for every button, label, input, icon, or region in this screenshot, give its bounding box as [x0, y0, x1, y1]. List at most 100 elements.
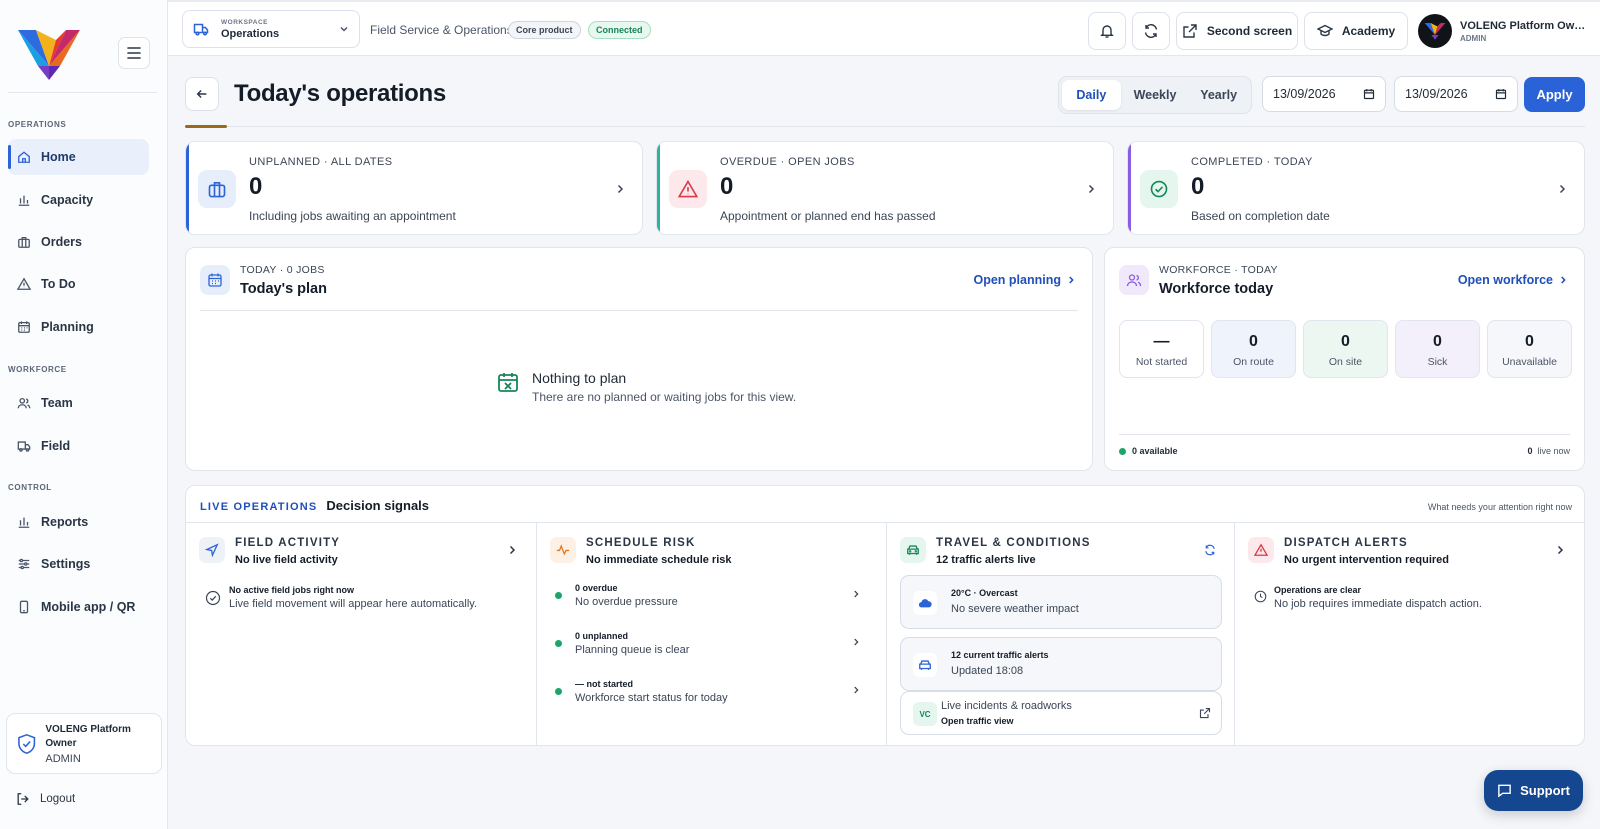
date-from-input[interactable]: 13/09/2026 [1262, 76, 1386, 112]
logout-icon [17, 793, 29, 805]
back-button[interactable] [185, 77, 219, 111]
voleng-logo [1424, 23, 1446, 40]
stat-not-started[interactable]: — Not started [1119, 320, 1204, 378]
sidebar-item-reports[interactable]: Reports [8, 504, 149, 540]
weather-tile: 20°C · Overcast No severe weather impact [900, 575, 1222, 629]
account-menu[interactable]: VOLENG Platform Owner ADMIN [1418, 12, 1594, 50]
period-daily[interactable]: Daily [1062, 80, 1121, 110]
kpi-unplanned-card[interactable]: UNPLANNED · ALL DATES 0 Including jobs a… [185, 141, 643, 235]
notifications-button[interactable] [1088, 12, 1126, 50]
stat-on-site[interactable]: 0 On site [1303, 320, 1388, 378]
title-accent [185, 125, 227, 128]
sidebar-item-capacity[interactable]: Capacity [8, 182, 149, 218]
kpi-completed-card[interactable]: COMPLETED · TODAY 0 Based on completion … [1127, 141, 1585, 235]
stat-value: 0 [1525, 333, 1534, 350]
sidebar-item-home[interactable]: Home [8, 139, 149, 175]
car-icon [907, 545, 919, 555]
user-card[interactable]: VOLENG Platform Owner ADMIN [6, 713, 162, 774]
chevron-right-icon [1559, 184, 1566, 194]
traffic-text: Updated 18:08 [951, 665, 1024, 677]
section-workforce: WORKFORCE [8, 365, 67, 374]
stat-label: Not started [1135, 356, 1188, 368]
sliders-icon [18, 558, 30, 570]
kpi-overdue-card[interactable]: OVERDUE · OPEN JOBS 0 Appointment or pla… [656, 141, 1114, 235]
available-label: 0 available [1132, 446, 1178, 456]
refresh-button[interactable] [1132, 12, 1170, 50]
briefcase-icon [208, 181, 226, 198]
sidebar-item-team[interactable]: Team [8, 385, 149, 421]
sidebar-item-todo[interactable]: To Do [8, 266, 149, 302]
empty-subtitle: There are no planned or waiting jobs for… [532, 390, 797, 404]
stat-unavailable[interactable]: 0 Unavailable [1487, 320, 1572, 378]
open-planning-link[interactable]: Open planning [974, 273, 1077, 287]
workforce-label: WORKFORCE · TODAY [1159, 264, 1278, 276]
sidebar-item-settings[interactable]: Settings [8, 546, 149, 582]
alert-triangle-icon [1254, 543, 1268, 556]
chevron-right-icon [617, 184, 624, 194]
open-workforce-link[interactable]: Open workforce [1458, 273, 1568, 287]
row-title: No active field jobs right now [229, 585, 355, 595]
support-button[interactable]: Support [1484, 770, 1583, 811]
stat-label: Unavailable [1502, 356, 1557, 368]
section-operations: OPERATIONS [8, 120, 67, 129]
chevron-right-icon[interactable] [1554, 544, 1566, 556]
stat-label: On site [1328, 356, 1363, 368]
kpi-value: 0 [1191, 173, 1205, 200]
sidebar-item-label: Settings [41, 557, 91, 571]
column-title: DISPATCH ALERTS [1284, 537, 1408, 549]
chevron-right-icon[interactable] [506, 544, 518, 556]
kpi-label: UNPLANNED · ALL DATES [249, 156, 393, 168]
shield-check-icon [18, 733, 36, 754]
section-control: CONTROL [8, 483, 52, 492]
incidents-tile[interactable]: VC Live incidents & roadworks Open traff… [900, 691, 1222, 735]
stat-sick[interactable]: 0 Sick [1395, 320, 1480, 378]
alert-triangle-icon [17, 277, 31, 290]
workspace-label: WORKSPACE [221, 18, 268, 26]
truck-icon [193, 23, 209, 36]
bar-chart-icon [18, 517, 30, 528]
workspace-selector[interactable]: WORKSPACE Operations [182, 10, 360, 48]
users-icon [17, 397, 31, 409]
menu-toggle-button[interactable] [118, 37, 150, 69]
alert-triangle-icon [678, 179, 698, 198]
sidebar-item-mobile-app[interactable]: Mobile app / QR [8, 589, 149, 625]
academy-button[interactable]: Academy [1304, 12, 1408, 50]
travel-conditions-column: TRAVEL & CONDITIONS 12 traffic alerts li… [886, 522, 1234, 746]
live-operations-panel: LIVE OPERATIONS Decision signals What ne… [185, 485, 1585, 746]
row-text: No job requires immediate dispatch actio… [1274, 598, 1482, 610]
chevron-right-icon [854, 590, 859, 598]
kpi-accent [1128, 142, 1131, 234]
kpi-subtext: Including jobs awaiting an appointment [249, 209, 456, 223]
panel-icon-box [200, 265, 230, 295]
schedule-risk-column: SCHEDULE RISK No immediate schedule risk… [536, 522, 886, 746]
check-circle-icon [1150, 180, 1168, 198]
sidebar-item-field[interactable]: Field [8, 428, 149, 464]
calendar-icon [18, 321, 30, 333]
column-title: TRAVEL & CONDITIONS [936, 537, 1091, 549]
chevron-right-icon [1088, 184, 1095, 194]
sidebar-item-label: To Do [41, 277, 76, 291]
smartphone-icon [19, 600, 29, 614]
external-link-icon [1199, 707, 1211, 719]
todays-plan-panel: TODAY · 0 JOBS Today's plan Open plannin… [185, 247, 1093, 471]
second-screen-button[interactable]: Second screen [1176, 12, 1298, 50]
refresh-icon[interactable] [1204, 544, 1216, 556]
row-text: Live field movement will appear here aut… [229, 598, 478, 610]
row-text: Workforce start status for today [575, 692, 728, 704]
logout-button[interactable]: Logout [16, 792, 75, 806]
sidebar-item-label: Team [41, 396, 73, 410]
calendar-x-icon [498, 373, 518, 392]
stat-on-route[interactable]: 0 On route [1211, 320, 1296, 378]
empty-title: Nothing to plan [532, 370, 627, 386]
sidebar-item-planning[interactable]: Planning [8, 309, 149, 345]
voleng-logo[interactable] [16, 26, 82, 82]
traffic-tile[interactable]: 12 current traffic alerts Updated 18:08 [900, 637, 1222, 691]
period-toggle: Daily Weekly Yearly [1058, 76, 1252, 114]
period-yearly[interactable]: Yearly [1189, 80, 1248, 110]
workspace-value: Operations [221, 27, 280, 40]
apply-button[interactable]: Apply [1524, 77, 1585, 112]
second-screen-label: Second screen [1206, 24, 1293, 38]
sidebar-item-orders[interactable]: Orders [8, 224, 149, 260]
period-weekly[interactable]: Weekly [1123, 80, 1188, 110]
date-to-input[interactable]: 13/09/2026 [1394, 76, 1518, 112]
